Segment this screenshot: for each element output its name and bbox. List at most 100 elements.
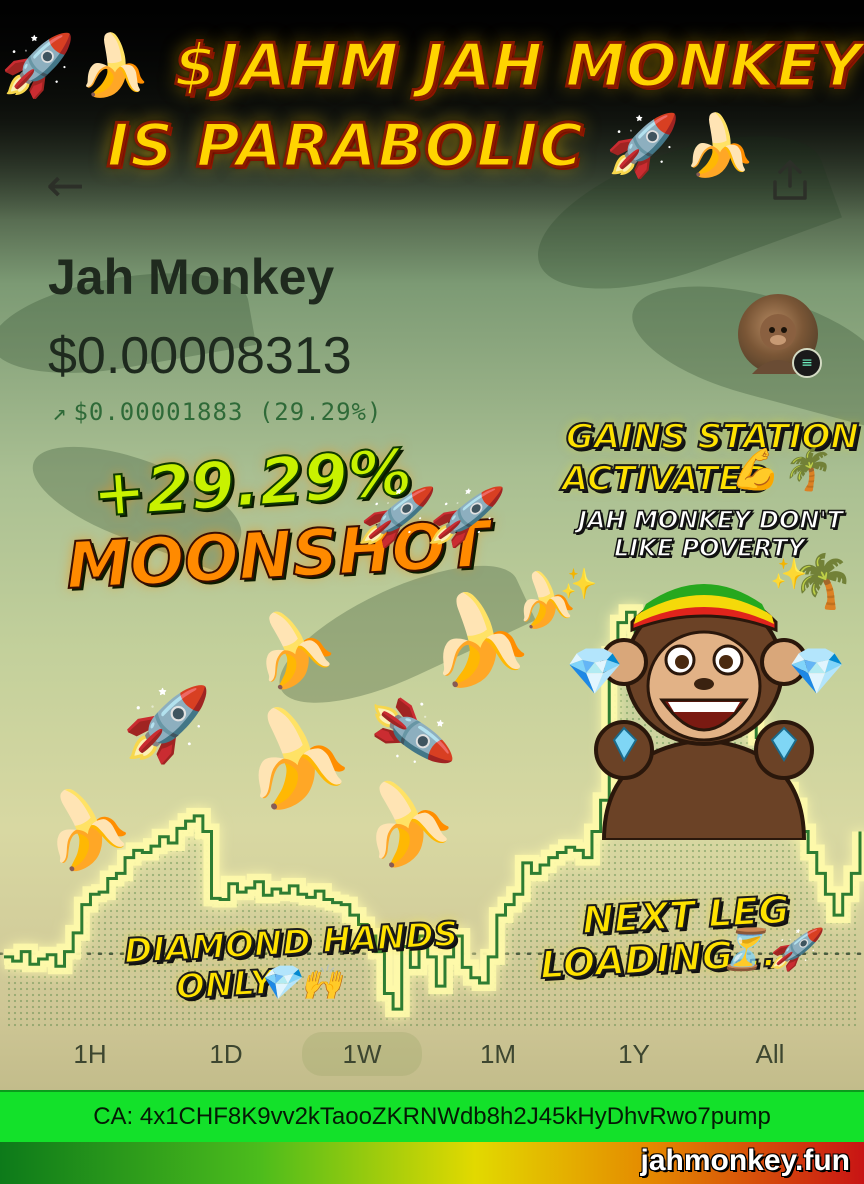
token-name: Jah Monkey — [48, 249, 335, 305]
banana-icon: 🍌 — [223, 689, 363, 823]
price-point — [201, 830, 204, 833]
time-range-tabs: 1H 1D 1W 1M 1Y All — [30, 1032, 830, 1076]
price-point — [106, 877, 109, 880]
price-point — [348, 914, 351, 917]
price-point — [54, 965, 57, 968]
price-point — [271, 888, 274, 891]
price-point — [815, 872, 818, 875]
price-point — [158, 835, 161, 838]
price-point — [63, 950, 66, 953]
price-point — [193, 814, 196, 817]
price-point — [556, 851, 559, 854]
trend-up-icon: ↗ — [52, 398, 68, 426]
price-point — [288, 884, 291, 887]
price-point — [210, 897, 213, 900]
price-point — [236, 891, 239, 894]
rocket-banana-icon: 🚀🍌 — [605, 111, 758, 181]
price-point — [80, 903, 83, 906]
diamond-icon: 💎 — [566, 644, 624, 698]
token-price: $0.00008313 — [48, 327, 352, 385]
price-point — [833, 914, 836, 917]
price-point — [392, 1008, 395, 1011]
range-tab-1d[interactable]: 1D — [166, 1032, 286, 1076]
range-tab-1y[interactable]: 1Y — [574, 1032, 694, 1076]
price-point — [539, 863, 542, 866]
price-point — [46, 953, 49, 956]
price-point — [167, 842, 170, 845]
price-point — [89, 893, 92, 896]
price-point — [149, 845, 152, 848]
price-point — [245, 886, 248, 889]
price-point — [383, 992, 386, 995]
price-point — [547, 856, 550, 859]
price-point — [28, 963, 31, 966]
price-point — [340, 903, 343, 906]
price-point — [495, 914, 498, 917]
price-point — [521, 861, 524, 864]
price-point — [253, 880, 256, 883]
price-point — [565, 846, 568, 849]
price-change: ↗ $0.00001883 (29.29%) — [52, 398, 382, 426]
price-point — [331, 901, 334, 904]
price-point — [37, 957, 40, 960]
range-tab-all[interactable]: All — [710, 1032, 830, 1076]
price-point — [184, 820, 187, 823]
headline-text-1: $JAHM JAH MONKEY — [173, 30, 864, 103]
rocket-icon: 🚀🚀 — [356, 485, 496, 550]
price-point — [504, 903, 507, 906]
price-point — [582, 856, 585, 859]
price-point — [305, 896, 308, 899]
hourglass-rocket-icon: ⏳🚀 — [718, 927, 818, 973]
price-point — [859, 830, 862, 833]
price-point — [443, 955, 446, 958]
price-point — [530, 872, 533, 875]
price-point — [487, 955, 490, 958]
muscle-palm-icon: 💪🌴 — [730, 447, 830, 493]
price-point — [435, 985, 438, 988]
contract-address-bar[interactable]: CA: 4x1CHF8K9vv2kTaooZKRNWdb8h2J45kHyDhv… — [0, 1090, 864, 1144]
price-point — [279, 892, 282, 895]
poverty-label-2: LIKE POVERTY — [613, 534, 805, 562]
price-point — [573, 849, 576, 852]
price-point — [72, 931, 75, 934]
range-tab-1m[interactable]: 1M — [438, 1032, 558, 1076]
price-change-value: $0.00001883 (29.29%) — [73, 398, 383, 426]
price-point — [314, 890, 317, 893]
rocket-banana-icon: 🚀🍌 — [0, 31, 153, 101]
solana-badge-icon: ≡ — [792, 348, 822, 378]
price-point — [227, 882, 230, 885]
range-tab-1h[interactable]: 1H — [30, 1032, 150, 1076]
screenshot-canvas: 🚀🍌 $JAHM JAH MONKEY IS PARABOLIC 🚀🍌 ← Ja… — [0, 0, 864, 1184]
price-point — [850, 872, 853, 875]
price-point — [296, 893, 299, 896]
price-point — [20, 950, 23, 953]
price-point — [841, 893, 844, 896]
price-point — [409, 966, 412, 969]
price-point — [115, 872, 118, 875]
price-point — [3, 955, 6, 958]
range-tab-1w[interactable]: 1W — [302, 1032, 422, 1076]
headline-line-1: 🚀🍌 $JAHM JAH MONKEY — [0, 30, 864, 103]
price-point — [824, 893, 827, 896]
contract-address[interactable]: CA: 4x1CHF8K9vv2kTaooZKRNWdb8h2J45kHyDhv… — [93, 1103, 771, 1130]
rocket-icon: 🚀 — [366, 685, 457, 781]
price-point — [469, 976, 472, 979]
poverty-label-1: JAH MONKEY DON'T — [577, 506, 844, 534]
price-point — [461, 966, 464, 969]
price-point — [478, 982, 481, 985]
diamond-hands-icon: 💎🙌 — [258, 963, 343, 1003]
price-point — [219, 898, 222, 901]
price-point — [513, 893, 516, 896]
monkey-mascot — [594, 584, 814, 840]
price-point — [322, 898, 325, 901]
headline-text-2: IS PARABOLIC — [105, 110, 584, 183]
share-icon[interactable] — [770, 158, 810, 202]
price-point — [98, 891, 101, 894]
price-point — [11, 960, 14, 963]
price-point — [807, 851, 810, 854]
rocket-icon: 🚀 — [122, 682, 212, 766]
back-arrow-icon[interactable]: ← — [46, 158, 85, 212]
diamond-icon: 💎 — [788, 644, 846, 698]
website-link[interactable]: jahmonkey.fun — [641, 1144, 850, 1178]
price-point — [175, 827, 178, 830]
